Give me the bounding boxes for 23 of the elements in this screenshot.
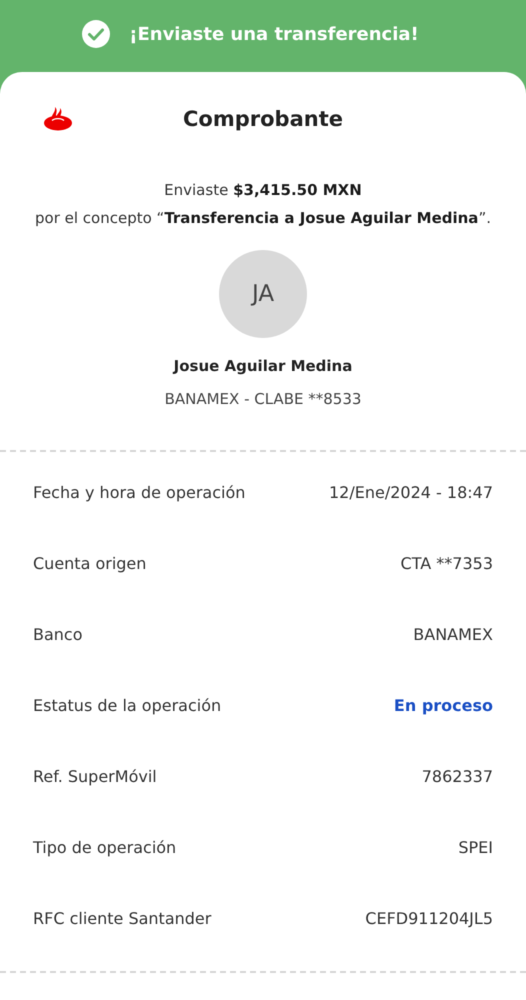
detail-label: Cuenta origen <box>33 554 146 573</box>
detail-label: Fecha y hora de operación <box>33 483 246 502</box>
detail-value: SPEI <box>458 838 493 857</box>
recipient-account: BANAMEX - CLABE **8533 <box>164 389 362 410</box>
banner-title: ¡Enviaste una transferencia! <box>129 24 419 44</box>
recipient-name: Josue Aguilar Medina <box>174 356 352 377</box>
detail-value: CTA **7353 <box>400 554 493 573</box>
flame-logo-icon <box>43 105 73 131</box>
status-value: En proceso <box>394 696 493 715</box>
detail-label: Banco <box>33 625 83 644</box>
detail-label: Tipo de operación <box>33 838 176 857</box>
summary-text: por el concepto “Transferencia a Josue Aguilar Medina”. <box>35 208 491 229</box>
detail-value: CEFD911204JL5 <box>365 909 493 928</box>
detail-label: Estatus de la operación <box>33 696 222 715</box>
detail-value: 12/Ene/2024 - 18:47 <box>328 483 493 502</box>
check-circle-icon <box>81 19 112 49</box>
detail-label: Ref. SuperMóvil <box>33 767 157 786</box>
summary-text: Enviaste $3,415.50 MXN <box>163 180 363 201</box>
receipt-title: Comprobante <box>183 106 343 132</box>
detail-label: RFC cliente Santander <box>33 909 212 928</box>
detail-value: 7862337 <box>422 767 493 786</box>
detail-value: BANAMEX <box>413 625 493 644</box>
avatar: JA <box>219 250 307 338</box>
